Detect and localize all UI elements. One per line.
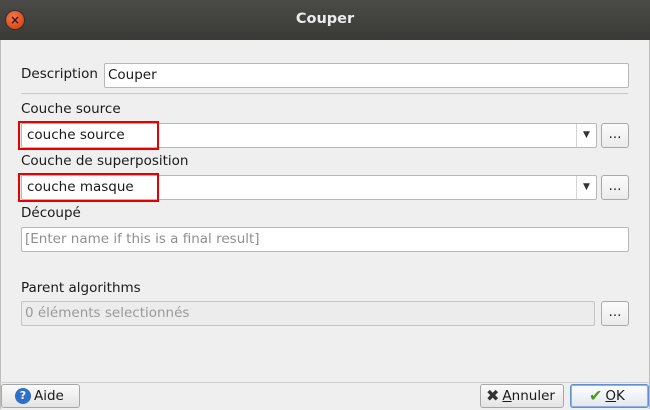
cancel-label: nnuler [511, 388, 555, 404]
output-label: Découpé [21, 205, 81, 221]
window-title: Couper [295, 11, 355, 27]
parent-algorithms-browse-button[interactable]: … [601, 301, 629, 326]
overlay-layer-value: couche masque [27, 179, 134, 195]
cancel-icon: ✖ [486, 386, 500, 405]
source-layer-value: couche source [27, 127, 125, 143]
help-label: Aide [34, 388, 64, 404]
overlay-layer-browse-button[interactable]: … [601, 175, 629, 200]
ok-mnemonic: O [605, 388, 617, 404]
cancel-button[interactable]: ✖ Annuler [480, 384, 564, 408]
parent-algorithms-field: 0 éléments selectionnés [21, 301, 595, 326]
description-field[interactable]: Couper [104, 63, 629, 88]
help-button[interactable]: ? Aide [1, 384, 80, 408]
help-icon: ? [15, 388, 31, 404]
output-name-input[interactable]: [Enter name if this is a final result] [21, 227, 629, 252]
source-layer-combo[interactable]: couche source ▼ [21, 123, 597, 148]
ok-button[interactable]: ✔ OK [570, 384, 649, 408]
triangle-down-icon[interactable]: ▼ [576, 124, 596, 147]
checkmark-icon: ✔ [589, 386, 603, 405]
source-layer-label: Couche source [21, 101, 121, 117]
overlay-layer-label: Couche de superposition [21, 153, 189, 169]
triangle-down-icon[interactable]: ▼ [576, 176, 596, 199]
cancel-mnemonic: A [502, 388, 512, 404]
title-bar: × Couper [0, 0, 650, 40]
overlay-layer-combo[interactable]: couche masque ▼ [21, 175, 597, 200]
parent-algorithms-label: Parent algorithms [21, 280, 141, 296]
ok-label: K [616, 388, 625, 404]
description-label: Description [21, 66, 98, 82]
dialog-frame [0, 40, 650, 409]
separator [21, 93, 628, 94]
source-layer-browse-button[interactable]: … [601, 123, 629, 148]
